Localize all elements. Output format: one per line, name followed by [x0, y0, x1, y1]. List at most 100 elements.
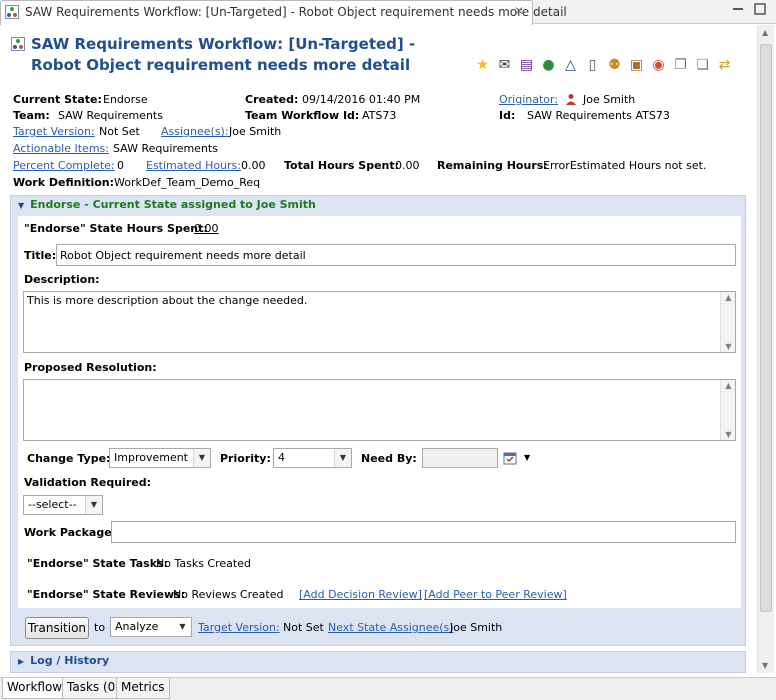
percent-complete-link[interactable]: Percent Complete:: [13, 159, 115, 172]
proposed-resolution-scrollbar[interactable]: ▲ ▼: [720, 380, 735, 440]
add-decision-review-link[interactable]: [Add Decision Review]: [299, 588, 422, 601]
scroll-up-icon[interactable]: ▲: [762, 28, 768, 37]
team-label: Team:: [13, 109, 50, 122]
transition-target-version-link[interactable]: Target Version:: [198, 621, 280, 634]
editor-tab[interactable]: SAW Requirements Workflow: [Un-Targeted]…: [0, 0, 567, 25]
description-scrollbar[interactable]: ▲ ▼: [720, 292, 735, 352]
actionable-items-link[interactable]: Actionable Items:: [13, 142, 109, 155]
target-version-link[interactable]: Target Version:: [13, 125, 95, 138]
originator-link[interactable]: Originator:: [499, 93, 558, 106]
log-history-title: Log / History: [30, 654, 110, 667]
target-state-value: Analyze: [115, 620, 159, 633]
state-tasks-label: "Endorse" State Tasks:: [27, 557, 168, 570]
actionable-items-value: SAW Requirements: [113, 142, 218, 155]
next-state-assignee-value: Joe Smith: [450, 621, 503, 634]
workflow-icon: [5, 5, 19, 19]
transition-button[interactable]: Transition: [25, 617, 89, 639]
change-type-value: Improvement: [114, 451, 188, 464]
calendar-dropdown-icon[interactable]: ▼: [524, 453, 530, 462]
team-value: SAW Requirements: [58, 109, 163, 122]
clipboard-icon[interactable]: ▣: [628, 57, 645, 74]
created-value: 09/14/2016 01:40 PM: [302, 93, 421, 106]
state-section-header[interactable]: ▼ Endorse - Current State assigned to Joe…: [18, 198, 316, 211]
log-history-section: [10, 651, 746, 673]
refresh-icon[interactable]: ⇄: [716, 57, 733, 74]
team-workflow-id-label: Team Workflow Id:: [245, 109, 360, 122]
remaining-hours-label: Remaining Hours:: [437, 159, 548, 172]
add-peer-review-link[interactable]: [Add Peer to Peer Review]: [424, 588, 567, 601]
globe-icon[interactable]: ●: [540, 57, 557, 74]
next-state-assignee-link[interactable]: Next State Assignee(s): [328, 621, 454, 634]
scroll-down-icon[interactable]: ▼: [762, 661, 768, 670]
calendar-icon[interactable]: [503, 451, 517, 465]
priority-label: Priority:: [220, 452, 271, 465]
description-label: Description:: [24, 273, 100, 286]
title-label: Title:: [24, 249, 57, 262]
chevron-down-icon[interactable]: ▼: [193, 449, 210, 467]
state-hours-label: "Endorse" State Hours Spent:: [24, 222, 208, 235]
people-icon[interactable]: ⚉: [606, 57, 623, 74]
validation-select[interactable]: --select-- ▼: [23, 495, 103, 515]
work-definition-label: Work Definition:: [13, 176, 115, 189]
work-package-input[interactable]: [111, 521, 736, 543]
minimize-icon[interactable]: [730, 1, 746, 17]
chrome-icon[interactable]: ◉: [650, 57, 667, 74]
total-hours-label: Total Hours Spent:: [284, 159, 400, 172]
chevron-down-icon[interactable]: ▼: [85, 496, 102, 514]
log-history-header[interactable]: ▶ Log / History: [18, 654, 109, 667]
assignees-value: Joe Smith: [229, 125, 282, 138]
scroll-down-icon[interactable]: ▼: [721, 342, 736, 351]
copy-icon[interactable]: ❐: [672, 57, 689, 74]
scrollbar-thumb[interactable]: [760, 44, 772, 612]
validation-label: Validation Required:: [24, 476, 151, 489]
team-workflow-id-value: ATS73: [362, 109, 397, 122]
transition-to-label: to: [94, 621, 106, 634]
scroll-up-icon[interactable]: ▲: [721, 293, 736, 302]
maximize-icon[interactable]: [752, 1, 768, 17]
proposed-resolution-textarea[interactable]: ▲ ▼: [23, 379, 736, 441]
chevron-down-icon[interactable]: ▼: [334, 449, 351, 467]
delta-icon[interactable]: △: [562, 57, 579, 74]
assignees-link[interactable]: Assignee(s):: [161, 125, 229, 138]
percent-complete-value: 0: [117, 159, 124, 172]
state-reviews-label: "Endorse" State Reviews:: [27, 588, 186, 601]
expand-triangle-icon[interactable]: ▶: [18, 657, 24, 666]
tab-metrics[interactable]: Metrics: [116, 678, 170, 699]
priority-select[interactable]: 4 ▼: [273, 448, 352, 468]
id-value: SAW Requirements ATS73: [527, 109, 670, 122]
description-textarea[interactable]: This is more description about the chang…: [23, 291, 736, 353]
scroll-down-icon[interactable]: ▼: [721, 430, 736, 439]
proposed-resolution-label: Proposed Resolution:: [24, 361, 157, 374]
state-tasks-value: No Tasks Created: [156, 557, 251, 570]
main-scrollbar[interactable]: ▲ ▼: [757, 25, 774, 673]
change-type-select[interactable]: Improvement ▼: [109, 448, 211, 468]
star-icon[interactable]: ★: [474, 57, 491, 74]
email-icon[interactable]: ✉: [496, 57, 513, 74]
copy-alt-icon[interactable]: ❏: [694, 57, 711, 74]
need-by-input[interactable]: [422, 448, 498, 468]
workflow-icon: [11, 37, 25, 51]
state-hours-value[interactable]: 0.00: [194, 222, 219, 235]
scroll-up-icon[interactable]: ▲: [721, 381, 736, 390]
title-input[interactable]: [56, 244, 736, 266]
chevron-down-icon[interactable]: ▼: [174, 618, 191, 636]
id-label: Id:: [499, 109, 516, 122]
work-definition-value: WorkDef_Team_Demo_Req: [114, 176, 261, 189]
state-reviews-value: No Reviews Created: [173, 588, 284, 601]
target-version-value: Not Set: [99, 125, 140, 138]
tab-workflow[interactable]: Workflow: [2, 678, 68, 699]
close-icon[interactable]: ✕: [514, 4, 524, 18]
history-icon[interactable]: ▯: [584, 57, 601, 74]
priority-value: 4: [278, 451, 285, 464]
estimated-hours-link[interactable]: Estimated Hours:: [146, 159, 241, 172]
validation-value: --select--: [28, 498, 77, 511]
estimated-hours-value: 0.00: [241, 159, 266, 172]
target-state-select[interactable]: Analyze ▼: [110, 617, 192, 637]
expand-triangle-icon[interactable]: ▼: [18, 201, 24, 210]
change-type-label: Change Type:: [27, 452, 111, 465]
notes-icon[interactable]: ▤: [518, 57, 535, 74]
work-package-label: Work Package:: [24, 526, 117, 539]
remaining-hours-value: ErrorEstimated Hours not set.: [543, 159, 707, 172]
user-icon: [566, 94, 576, 105]
editor-tab-title: SAW Requirements Workflow: [Un-Targeted]…: [25, 5, 567, 19]
